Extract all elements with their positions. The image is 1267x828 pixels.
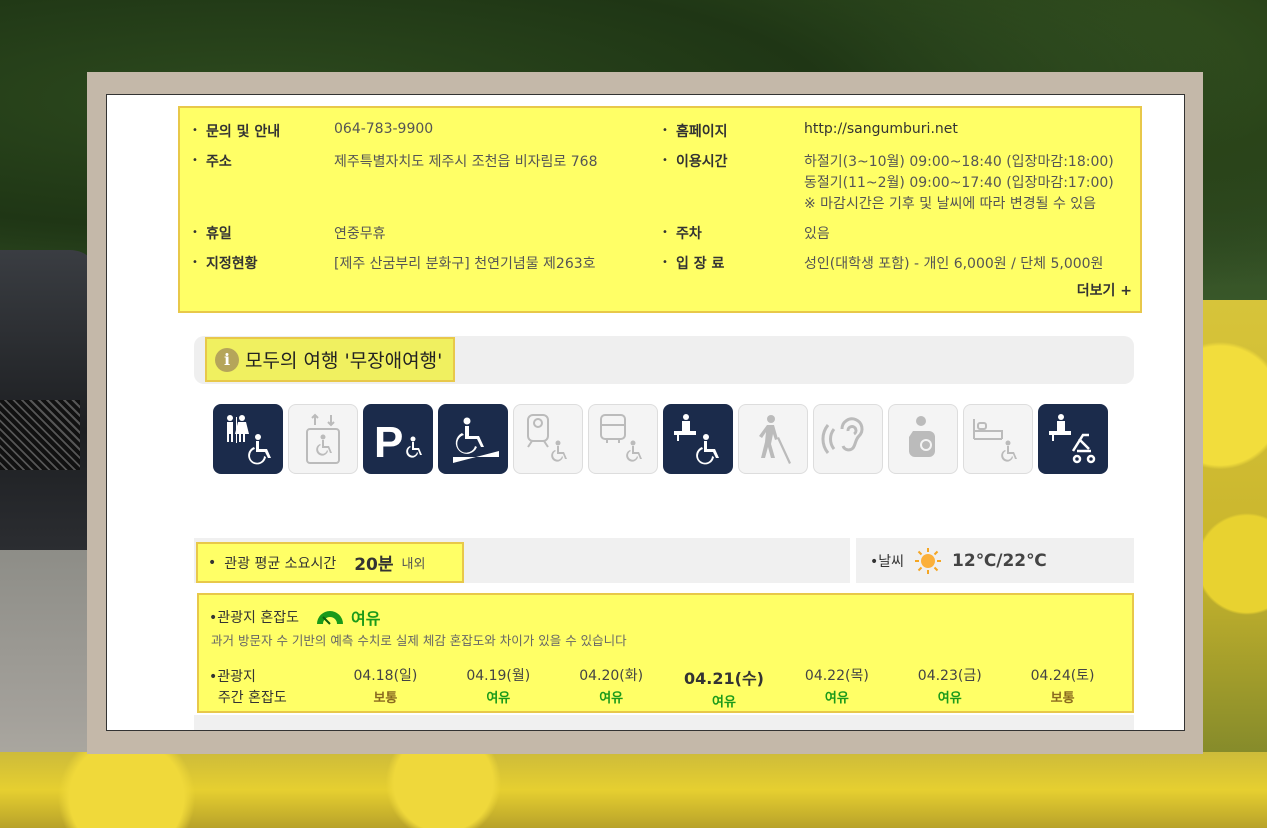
elevator-icon (288, 404, 358, 474)
parking-value: 있음 (804, 226, 830, 242)
accessible-info-desk-icon[interactable] (663, 404, 733, 474)
crowd-day: 04.22(목) 여유 (780, 665, 893, 710)
crowd-day-date: 04.24(토) (1030, 668, 1095, 684)
crowd-day: 04.20(화) 여유 (555, 665, 668, 710)
hours-label: 이용시간 (676, 154, 728, 170)
crowd-day-date: 04.21(수) (684, 669, 764, 688)
homepage-label: 홈페이지 (676, 124, 728, 140)
crowd-day-date: 04.20(화) (579, 668, 644, 684)
weather-label: 날씨 (878, 553, 905, 570)
hearing-impaired-icon (813, 404, 883, 474)
more-button[interactable]: 더보기 + (1077, 280, 1132, 300)
phone-value: 064-783-9900 (334, 121, 434, 137)
crowd-day-date: 04.22(목) (804, 668, 869, 684)
hours-summer: 하절기(3~10월) 09:00~18:40 (입장마감:18:00) (804, 154, 1114, 170)
nursing-room-icon (888, 404, 958, 474)
background-car (0, 250, 100, 550)
crowd-day-status: 여유 (599, 691, 624, 706)
content-frame: • 문의 및 안내 064-783-9900 • 주소 제주특별자치도 제주시 … (87, 72, 1203, 754)
stroller-rental-icon[interactable] (1038, 404, 1108, 474)
homepage-link[interactable]: http://sangumburi.net (804, 121, 958, 137)
hours-winter: 동절기(11~2월) 09:00~17:40 (입장마감:17:00) (804, 175, 1114, 191)
crowd-day-status: 여유 (486, 691, 511, 706)
ramp-icon[interactable] (438, 404, 508, 474)
crowd-day-status: 여유 (824, 691, 849, 706)
crowd-level: 여유 (351, 609, 381, 628)
crowd-day-status: 여유 (937, 691, 962, 706)
fee-label: 입 장 료 (676, 256, 725, 272)
accessibility-icons: P (213, 404, 1108, 474)
crowd-day-date: 04.23(금) (917, 668, 982, 684)
designation-label: 지정현황 (206, 256, 258, 272)
crowd-box: •관광지 혼잡도 여유 과거 방문자 수 기반의 예측 수치로 실제 체감 혼잡… (197, 593, 1134, 713)
hours-note: ※ 마감시간은 기후 및 날씨에 따라 변경될 수 있음 (804, 196, 1097, 212)
weather: •날씨 12℃/22℃ (856, 538, 1134, 583)
background-flowers-bottom (0, 752, 1267, 828)
address-label: 주소 (206, 154, 232, 170)
background-flowers (1200, 300, 1267, 828)
accessible-lodging-icon (963, 404, 1033, 474)
crowd-day-status: 보통 (373, 691, 398, 706)
crowd-label: 관광지 혼잡도 (217, 610, 299, 626)
info-label: 문의 및 안내 (206, 124, 281, 140)
crowd-day-date: 04.19(월) (466, 668, 531, 684)
visually-impaired-icon (738, 404, 808, 474)
crowd-note: 과거 방문자 수 기반의 예측 수치로 실제 체감 혼잡도와 차이가 있을 수 … (211, 633, 627, 648)
weekly-crowd-days: 04.18(일) 보통 04.19(월) 여유 04.20(화) 여유 04.21(수) 여유… (329, 665, 1119, 710)
average-time: • 관광 평균 소요시간 20분 내외 (196, 542, 464, 583)
subway-icon (513, 404, 583, 474)
accessible-restroom-icon[interactable] (213, 404, 283, 474)
holiday-value: 연중무휴 (334, 226, 386, 242)
designation-value: [제주 산굼부리 분화구] 천연기념물 제263호 (334, 256, 596, 272)
bottom-strip (194, 715, 1134, 730)
crowd-day: 04.24(토) 보통 (1006, 665, 1119, 710)
crowd-day: 04.19(월) 여유 (442, 665, 555, 710)
average-time-unit: 내외 (401, 557, 426, 572)
info-icon: i (215, 347, 239, 372)
fee-value: 성인(대학생 포함) - 개인 6,000원 / 단체 5,000원 (804, 256, 1104, 272)
sun-icon (915, 547, 942, 574)
parking-label: 주차 (676, 226, 702, 242)
accessible-parking-icon[interactable]: P (363, 404, 433, 474)
crowd-day-date: 04.18(일) (353, 668, 418, 684)
crowd-day-status: 보통 (1050, 691, 1075, 706)
bus-icon (588, 404, 658, 474)
content-panel: • 문의 및 안내 064-783-9900 • 주소 제주특별자치도 제주시 … (106, 94, 1185, 731)
holiday-label: 휴일 (206, 226, 232, 242)
crowd-day: 04.23(금) 여유 (893, 665, 1006, 710)
info-box: • 문의 및 안내 064-783-9900 • 주소 제주특별자치도 제주시 … (178, 106, 1142, 313)
crowd-day: 04.18(일) 보통 (329, 665, 442, 710)
accessibility-title-text: 모두의 여행 '무장애여행' (245, 350, 443, 372)
weekly-crowd-label: •관광지 주간 혼잡도 (209, 669, 287, 706)
address-value: 제주특별자치도 제주시 조천읍 비자림로 768 (334, 154, 598, 170)
weather-temp: 12℃/22℃ (952, 550, 1047, 571)
average-time-label: 관광 평균 소요시간 (224, 555, 337, 572)
accessibility-title: i 모두의 여행 '무장애여행' (205, 337, 455, 382)
crowd-day: 04.21(수) 여유 (668, 665, 781, 710)
average-time-value: 20분 (354, 555, 394, 575)
crowd-day-status: 여유 (712, 695, 736, 710)
gauge-icon (317, 611, 343, 625)
svg-text:P: P (374, 418, 403, 467)
